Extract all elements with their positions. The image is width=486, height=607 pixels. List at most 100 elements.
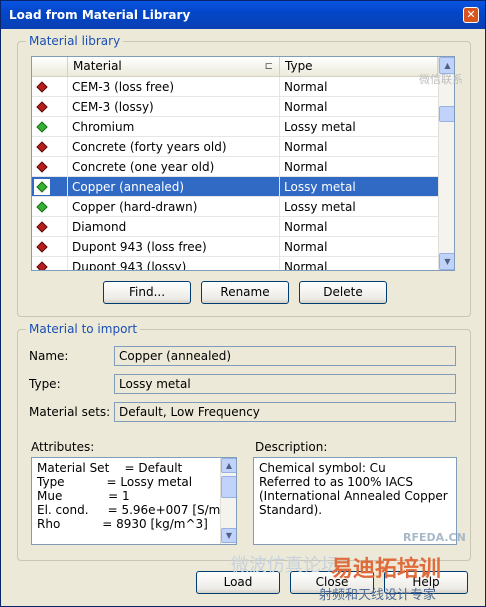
- column-divider: [67, 177, 68, 197]
- header-material-label: Material: [73, 59, 122, 73]
- material-type: Normal: [284, 100, 328, 114]
- watermark-forum: 微波仿真论坛: [231, 555, 339, 576]
- column-divider: [67, 117, 68, 137]
- scroll-down-button[interactable]: ▼: [439, 253, 454, 270]
- column-divider: [67, 157, 68, 177]
- type-label: Type:: [29, 377, 61, 391]
- material-name: Copper (hard-drawn): [72, 200, 198, 214]
- material-row[interactable]: Copper (annealed) Lossy metal: [32, 177, 438, 197]
- material-gem-icon: [36, 121, 48, 133]
- material-type: Normal: [284, 260, 328, 271]
- material-name: Concrete (forty years old): [72, 140, 227, 154]
- column-divider: [67, 77, 68, 97]
- material-name: CEM-3 (loss free): [72, 80, 175, 94]
- column-divider: [67, 237, 68, 257]
- material-row[interactable]: Chromium Lossy metal: [32, 117, 438, 137]
- dialog-title: Load from Material Library: [9, 8, 191, 22]
- material-row[interactable]: Dupont 943 (lossy) Normal: [32, 257, 438, 271]
- attributes-scroll-down[interactable]: ▼: [221, 528, 236, 543]
- material-name: Diamond: [72, 220, 127, 234]
- material-name: Concrete (one year old): [72, 160, 215, 174]
- column-divider: [279, 177, 280, 197]
- material-type: Normal: [284, 80, 328, 94]
- material-gem-icon: [36, 221, 48, 233]
- list-header: Material ⊏ Type: [32, 57, 438, 77]
- list-scrollbar[interactable]: ▲ ▼: [438, 57, 454, 270]
- column-divider: [67, 97, 68, 117]
- description-line: Referred to as 100% IACS: [259, 475, 413, 489]
- header-type[interactable]: Type: [280, 57, 438, 77]
- material-gem-icon: [36, 201, 48, 213]
- name-label: Name:: [29, 349, 69, 363]
- watermark-wechat: 微信联系: [419, 73, 463, 86]
- material-type: Normal: [284, 220, 328, 234]
- column-divider: [67, 197, 68, 217]
- attribute-line: Rho = 8930 [kg/m^3]: [37, 517, 208, 531]
- attributes-scroll-up[interactable]: ▲: [221, 458, 236, 473]
- title-bar[interactable]: Load from Material Library ✕: [1, 1, 485, 29]
- description-line: Chemical symbol: Cu: [259, 461, 386, 475]
- header-type-label: Type: [285, 59, 313, 73]
- watermark-brand: 易迪拓培训: [331, 557, 442, 582]
- material-list[interactable]: Material ⊏ Type CEM-3 (loss free) Normal C…: [31, 56, 455, 271]
- column-divider: [279, 197, 280, 217]
- attribute-line: El. cond. = 5.96e+007 [S/m]: [37, 503, 226, 517]
- attributes-label: Attributes:: [31, 440, 95, 454]
- scroll-thumb[interactable]: [439, 106, 454, 122]
- delete-button[interactable]: Delete: [299, 281, 387, 304]
- material-import-label: Material to import: [26, 322, 141, 336]
- material-type: Lossy metal: [284, 120, 356, 134]
- attribute-line: Type = Lossy metal: [37, 475, 193, 489]
- material-name: Dupont 943 (loss free): [72, 240, 207, 254]
- watermark-sub: 射频和天线设计专家: [319, 588, 437, 603]
- material-gem-icon: [36, 241, 48, 253]
- material-sets-field: Default, Low Frequency: [114, 402, 456, 422]
- material-type: Lossy metal: [284, 180, 356, 194]
- material-gem-icon: [36, 261, 48, 270]
- material-row[interactable]: Dupont 943 (loss free) Normal: [32, 237, 438, 257]
- material-name: CEM-3 (lossy): [72, 100, 154, 114]
- rename-button[interactable]: Rename: [201, 281, 289, 304]
- material-name: Dupont 943 (lossy): [72, 260, 187, 271]
- material-gem-icon: [36, 101, 48, 113]
- material-library-label: Material library: [26, 34, 124, 48]
- attributes-scrollbar[interactable]: ▲ ▼: [220, 458, 236, 544]
- column-divider: [67, 137, 68, 157]
- header-icon-column[interactable]: [32, 57, 68, 77]
- close-window-button[interactable]: ✕: [463, 7, 479, 23]
- type-field: Lossy metal: [114, 374, 456, 394]
- material-row[interactable]: Diamond Normal: [32, 217, 438, 237]
- material-name: Copper (annealed): [72, 180, 185, 194]
- name-field: Copper (annealed): [114, 346, 456, 366]
- material-type: Normal: [284, 240, 328, 254]
- material-row[interactable]: Copper (hard-drawn) Lossy metal: [32, 197, 438, 217]
- find-button[interactable]: Find...: [103, 281, 191, 304]
- material-row[interactable]: Concrete (one year old) Normal: [32, 157, 438, 177]
- material-row[interactable]: CEM-3 (loss free) Normal: [32, 77, 438, 97]
- column-divider: [67, 217, 68, 237]
- description-label: Description:: [255, 440, 328, 454]
- material-type: Lossy metal: [284, 200, 356, 214]
- header-material[interactable]: Material ⊏: [68, 57, 280, 77]
- material-name: Chromium: [72, 120, 135, 134]
- description-line: Standard).: [259, 503, 323, 517]
- column-divider: [279, 77, 280, 97]
- attribute-line: Material Set = Default: [37, 461, 183, 475]
- material-type: Normal: [284, 160, 328, 174]
- material-gem-icon: [36, 81, 48, 93]
- column-divider: [279, 117, 280, 137]
- attributes-scroll-thumb[interactable]: [221, 476, 236, 498]
- attributes-textbox[interactable]: Material Set = Default Type = Lossy metal…: [31, 457, 237, 545]
- column-divider: [279, 157, 280, 177]
- column-divider: [279, 137, 280, 157]
- watermark-site: RFEDA.CN: [403, 531, 466, 544]
- column-divider: [279, 257, 280, 270]
- load-material-dialog: Load from Material Library ✕ Material li…: [0, 0, 486, 607]
- column-divider: [279, 217, 280, 237]
- column-divider: [279, 97, 280, 117]
- material-row[interactable]: Concrete (forty years old) Normal: [32, 137, 438, 157]
- material-gem-icon: [36, 141, 48, 153]
- material-gem-icon: [36, 161, 48, 173]
- column-divider: [67, 257, 68, 270]
- material-row[interactable]: CEM-3 (lossy) Normal: [32, 97, 438, 117]
